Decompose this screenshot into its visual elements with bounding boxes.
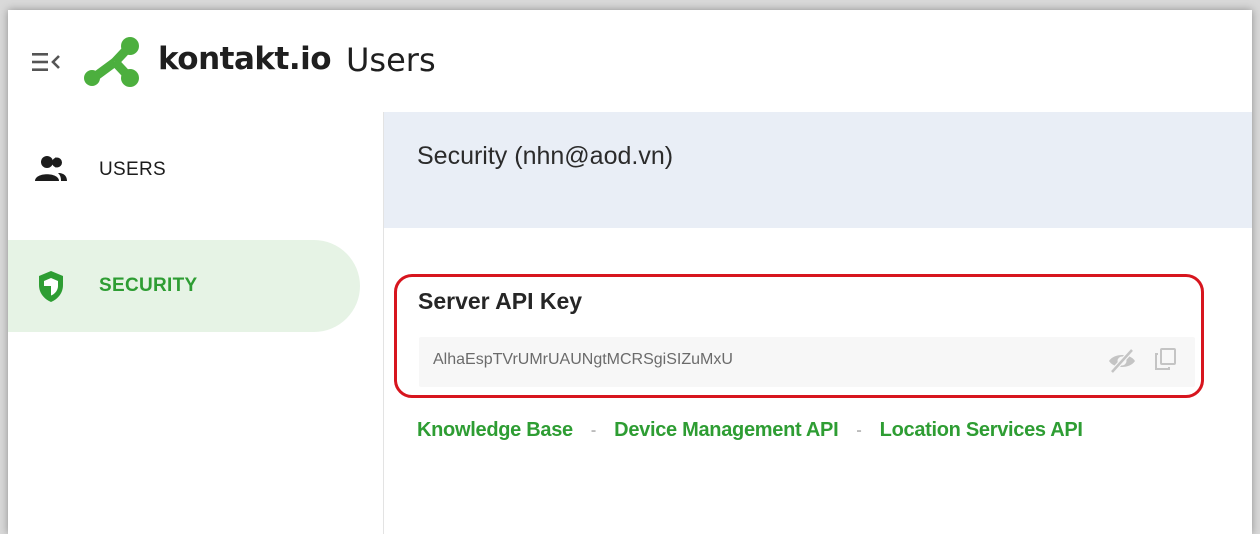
app-window: kontakt.io Users USERS SECURITY Security… xyxy=(8,10,1252,534)
app-title: Users xyxy=(346,41,436,79)
api-key-field[interactable]: AlhaEspTVrUMrUAUNgtMCRSgiSIZuMxU xyxy=(419,337,1195,387)
knowledge-base-link[interactable]: Knowledge Base xyxy=(417,419,573,442)
shield-icon xyxy=(39,271,63,302)
link-separator: - xyxy=(590,421,597,439)
api-key-value: AlhaEspTVrUMrUAUNgtMCRSgiSIZuMxU xyxy=(433,351,733,368)
page-header: Security (nhn@aod.vn) xyxy=(384,112,1252,228)
api-key-label: Server API Key xyxy=(418,288,583,314)
top-bar: kontakt.io Users xyxy=(8,10,1252,112)
page-title: Security (nhn@aod.vn) xyxy=(417,142,674,170)
brand-name: kontakt.io xyxy=(158,41,332,77)
menu-collapse-icon[interactable] xyxy=(30,50,64,74)
footer-links: Knowledge Base - Device Management API -… xyxy=(417,419,1083,442)
sidebar-item-label: SECURITY xyxy=(99,275,198,296)
link-separator: - xyxy=(856,421,862,439)
api-key-section: Server API Key AlhaEspTVrUMrUAUNgtMCRSgi… xyxy=(394,274,1204,398)
device-management-api-link[interactable]: Device Management API xyxy=(614,419,838,442)
sidebar-item-label: USERS xyxy=(99,159,166,180)
eye-slash-icon[interactable] xyxy=(1107,348,1137,374)
sidebar-item-users[interactable]: USERS xyxy=(8,124,360,216)
sidebar: USERS SECURITY xyxy=(8,112,384,534)
copy-icon[interactable] xyxy=(1153,347,1177,371)
sidebar-item-security[interactable]: SECURITY xyxy=(8,240,360,332)
location-services-api-link[interactable]: Location Services API xyxy=(880,419,1083,442)
kontakt-logo-icon xyxy=(84,37,139,87)
main-content: Security (nhn@aod.vn) Server API Key Alh… xyxy=(384,112,1252,534)
users-icon xyxy=(35,156,67,181)
